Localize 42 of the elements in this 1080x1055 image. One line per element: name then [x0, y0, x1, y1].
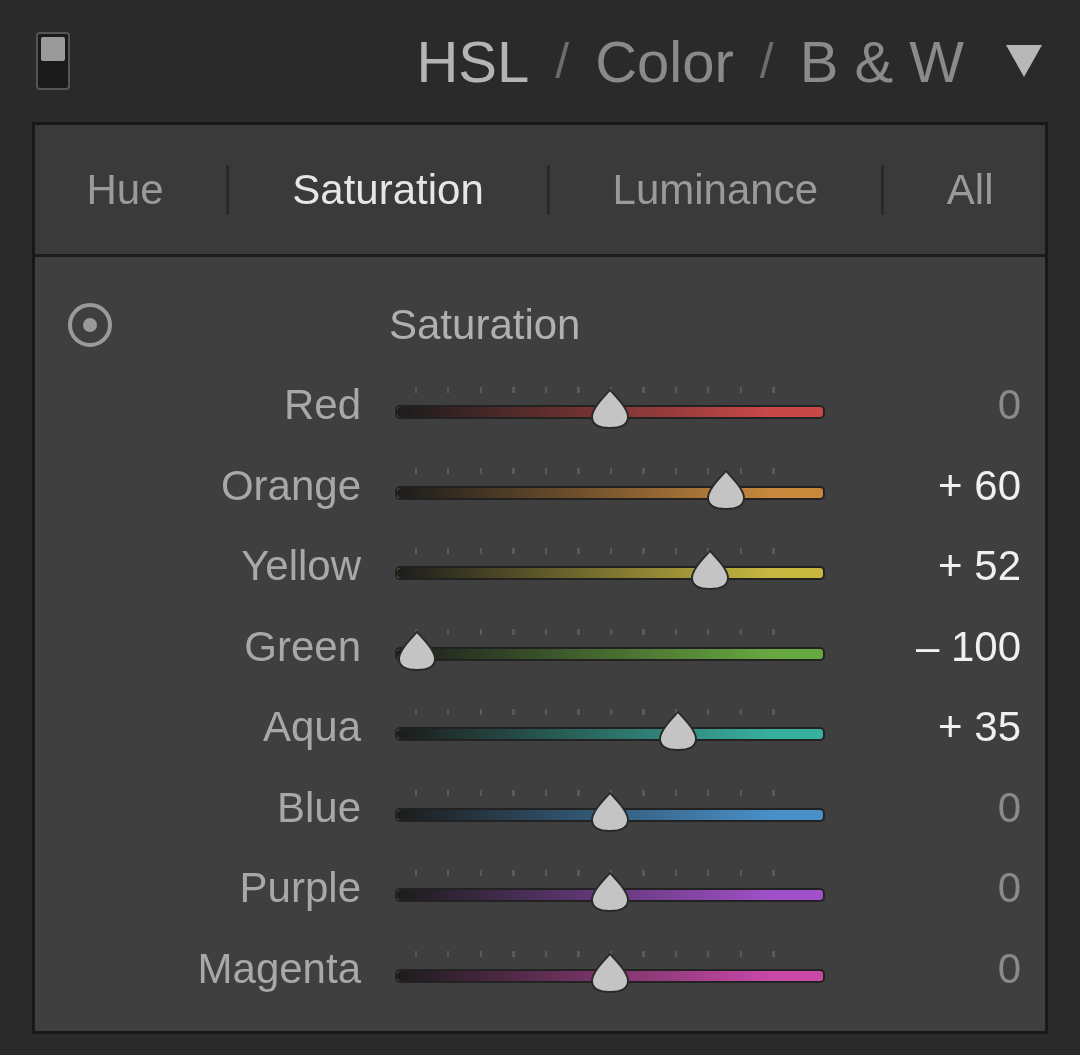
slider-label: Purple	[238, 864, 361, 913]
slider-track[interactable]	[395, 888, 825, 903]
slider-value: + 35	[937, 703, 1021, 752]
slider-track[interactable]	[395, 968, 825, 983]
tab[interactable]: Hue	[86, 165, 164, 214]
slider-thumb[interactable]	[588, 872, 632, 913]
slider-thumb[interactable]	[395, 630, 439, 671]
slider-label: Yellow	[240, 542, 361, 591]
slider-value: 0	[996, 944, 1021, 993]
target-adjust-icon[interactable]	[67, 302, 113, 348]
slider-track[interactable]	[395, 727, 825, 742]
slider-thumb[interactable]	[588, 389, 632, 430]
slider-label: Magenta	[196, 944, 361, 993]
slider-value: 0	[996, 381, 1021, 430]
slider-label: Aqua	[261, 703, 361, 752]
mode-tab[interactable]: B & W	[799, 27, 964, 95]
slider-value: – 100	[914, 622, 1021, 671]
slider-value: 0	[996, 864, 1021, 913]
slider-track[interactable]	[395, 807, 825, 822]
mode-tab[interactable]: HSL	[416, 27, 530, 95]
slider-label: Orange	[219, 461, 361, 510]
tab[interactable]: Luminance	[612, 165, 818, 214]
tab[interactable]: All	[946, 165, 994, 214]
slider-label: Red	[282, 381, 361, 430]
slider-label: Green	[243, 622, 361, 671]
slider-track[interactable]	[395, 646, 825, 661]
section-title: Saturation	[389, 301, 581, 349]
separator-slash: /	[759, 32, 774, 90]
mode-tab[interactable]: Color	[595, 27, 734, 95]
slider-track[interactable]	[395, 485, 825, 500]
slider-track[interactable]	[395, 566, 825, 581]
slider-value: 0	[996, 783, 1021, 832]
panel-toggle-switch[interactable]	[36, 32, 70, 90]
collapse-triangle-icon[interactable]	[1004, 43, 1044, 79]
slider-value: + 52	[937, 542, 1021, 591]
slider-label: Blue	[275, 783, 361, 832]
slider-thumb[interactable]	[588, 952, 632, 993]
slider-thumb[interactable]	[588, 791, 632, 832]
tab[interactable]: Saturation	[292, 165, 484, 214]
slider-value: + 60	[937, 461, 1021, 510]
separator-slash: /	[555, 32, 570, 90]
slider-track[interactable]	[395, 405, 825, 420]
